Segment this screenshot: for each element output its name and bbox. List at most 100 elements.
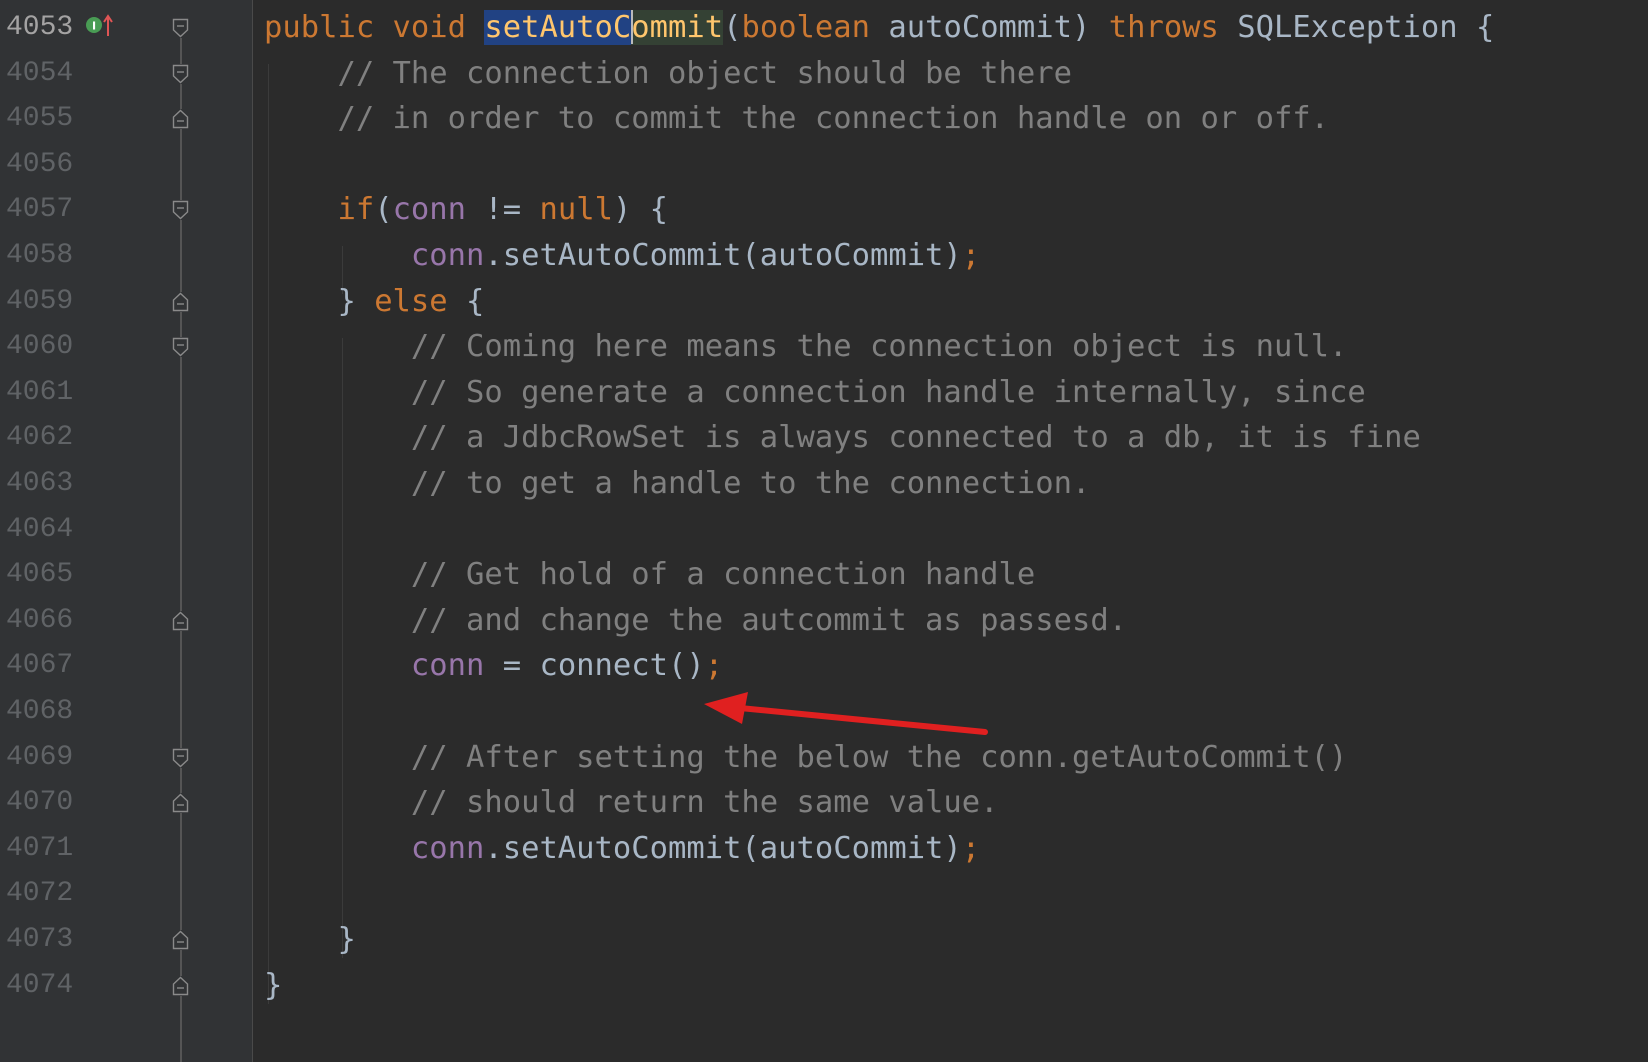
- text-caret: [631, 9, 634, 44]
- code-line[interactable]: 4060 // Coming here means the connection…: [0, 323, 1648, 371]
- code-token: // Get hold of a connection handle: [264, 557, 1036, 593]
- code-text[interactable]: // to get a handle to the connection.: [264, 460, 1090, 508]
- code-line[interactable]: 4063 // to get a handle to the connectio…: [0, 460, 1648, 508]
- fold-collapse-icon[interactable]: [172, 337, 189, 358]
- code-token: }: [264, 283, 375, 319]
- code-line[interactable]: 4055 // in order to commit the connectio…: [0, 95, 1648, 143]
- line-number[interactable]: 4063: [6, 460, 73, 508]
- line-number[interactable]: 4056: [6, 141, 73, 189]
- code-line[interactable]: 4074}: [0, 962, 1648, 1010]
- code-token: }: [264, 967, 283, 1003]
- line-number[interactable]: 4070: [6, 779, 73, 827]
- line-number[interactable]: 4071: [6, 825, 73, 873]
- line-number[interactable]: 4073: [6, 916, 73, 964]
- code-text[interactable]: if(conn != null) {: [264, 186, 668, 234]
- code-token: // should return the same value.: [264, 785, 999, 821]
- code-text[interactable]: // Get hold of a connection handle: [264, 551, 1035, 599]
- code-token: // So generate a connection handle inter…: [264, 374, 1366, 410]
- code-token: // Coming here means the connection obje…: [264, 329, 1348, 365]
- code-token: public void: [264, 10, 485, 45]
- fold-end-icon[interactable]: [172, 109, 189, 130]
- line-number[interactable]: 4074: [6, 962, 73, 1010]
- fold-end-icon[interactable]: [172, 793, 189, 814]
- code-token: ;: [704, 648, 724, 684]
- code-line[interactable]: 4064: [0, 506, 1648, 554]
- code-text[interactable]: } else {: [264, 278, 484, 326]
- line-number[interactable]: 4067: [6, 642, 73, 690]
- code-text[interactable]: // in order to commit the connection han…: [264, 95, 1329, 143]
- line-number[interactable]: 4072: [6, 870, 73, 918]
- code-line[interactable]: 4057 if(conn != null) {: [0, 186, 1648, 234]
- code-token: conn: [392, 192, 485, 228]
- line-number[interactable]: 4069: [6, 734, 73, 782]
- line-number[interactable]: 4065: [6, 551, 73, 599]
- code-token: // The connection object should be there: [264, 55, 1072, 91]
- code-line[interactable]: 4062 // a JdbcRowSet is always connected…: [0, 414, 1648, 462]
- line-number[interactable]: 4059: [6, 278, 73, 326]
- line-number[interactable]: 4054: [6, 50, 73, 98]
- line-number[interactable]: 4057: [6, 186, 73, 234]
- code-token: // to get a handle to the connection.: [264, 466, 1091, 501]
- line-number[interactable]: 4060: [6, 323, 73, 371]
- line-number[interactable]: 4064: [6, 506, 73, 554]
- code-token: ) {: [612, 192, 669, 228]
- code-line[interactable]: 4070 // should return the same value.: [0, 779, 1648, 827]
- code-token: // and change the autcommit as passesd.: [264, 602, 1128, 638]
- fold-end-icon[interactable]: [172, 930, 189, 950]
- code-text[interactable]: // So generate a connection handle inter…: [264, 369, 1366, 417]
- line-number[interactable]: 4068: [6, 688, 73, 736]
- line-number[interactable]: 4066: [6, 597, 73, 645]
- code-line[interactable]: 4066 // and change the autcommit as pass…: [0, 597, 1648, 645]
- line-number[interactable]: 4061: [6, 369, 73, 417]
- line-number[interactable]: 4053: [6, 4, 73, 52]
- fold-collapse-icon[interactable]: [172, 200, 189, 221]
- code-line[interactable]: 4061 // So generate a connection handle …: [0, 369, 1648, 417]
- code-token: = connect(): [502, 648, 705, 684]
- fold-collapse-icon[interactable]: [172, 63, 189, 84]
- code-text[interactable]: // a JdbcRowSet is always connected to a…: [264, 414, 1421, 462]
- code-text[interactable]: // The connection object should be there: [264, 50, 1072, 98]
- code-line[interactable]: 4073 }: [0, 916, 1648, 964]
- fold-collapse-icon[interactable]: [172, 747, 189, 768]
- code-text[interactable]: }: [264, 916, 355, 964]
- code-token: ;: [961, 830, 981, 866]
- fold-end-icon[interactable]: [172, 975, 189, 996]
- code-token: conn: [410, 648, 503, 684]
- code-line[interactable]: 4054 // The connection object should be …: [0, 50, 1648, 98]
- code-text[interactable]: conn.setAutoCommit(autoCommit);: [264, 232, 980, 280]
- line-number[interactable]: 4055: [6, 95, 73, 143]
- code-text[interactable]: // should return the same value.: [264, 779, 999, 827]
- code-line[interactable]: 4067 conn = connect();: [0, 642, 1648, 690]
- code-token: autoCommit): [888, 10, 1109, 45]
- fold-end-icon[interactable]: [172, 291, 189, 312]
- code-token: (: [723, 10, 742, 45]
- code-token: !=: [484, 192, 540, 228]
- code-token: throws: [1108, 10, 1238, 45]
- code-token: .setAutoCommit(autoCommit): [484, 830, 962, 866]
- code-line[interactable]: 4059 } else {: [0, 278, 1648, 326]
- code-line[interactable]: 4053 public void setAutoCommit(boolean au…: [0, 4, 1648, 52]
- line-number[interactable]: 4062: [6, 414, 73, 462]
- fold-collapse-icon[interactable]: [172, 18, 189, 38]
- code-line[interactable]: 4058 conn.setAutoCommit(autoCommit);: [0, 232, 1648, 280]
- code-text[interactable]: }: [264, 962, 282, 1010]
- svg-text:I: I: [92, 20, 96, 33]
- code-text[interactable]: public void setAutoCommit(boolean autoCo…: [264, 4, 1494, 52]
- code-line[interactable]: 4056: [0, 141, 1648, 189]
- line-number[interactable]: 4058: [6, 232, 73, 280]
- override-method-icon[interactable]: I: [84, 12, 114, 38]
- code-line[interactable]: 4072: [0, 870, 1648, 918]
- code-text[interactable]: conn.setAutoCommit(autoCommit);: [264, 825, 980, 873]
- code-token: ;: [961, 238, 981, 273]
- code-editor[interactable]: 4053 public void setAutoCommit(boolean au…: [0, 0, 1648, 1062]
- code-line[interactable]: 4071 conn.setAutoCommit(autoCommit);: [0, 825, 1648, 873]
- code-text[interactable]: conn = connect();: [264, 642, 723, 690]
- code-token: // a JdbcRowSet is always connected to a…: [264, 420, 1421, 456]
- code-text[interactable]: // Coming here means the connection obje…: [264, 323, 1348, 371]
- code-text[interactable]: // and change the autcommit as passesd.: [264, 597, 1127, 645]
- fold-end-icon[interactable]: [172, 610, 189, 631]
- code-line[interactable]: 4065 // Get hold of a connection handle: [0, 551, 1648, 599]
